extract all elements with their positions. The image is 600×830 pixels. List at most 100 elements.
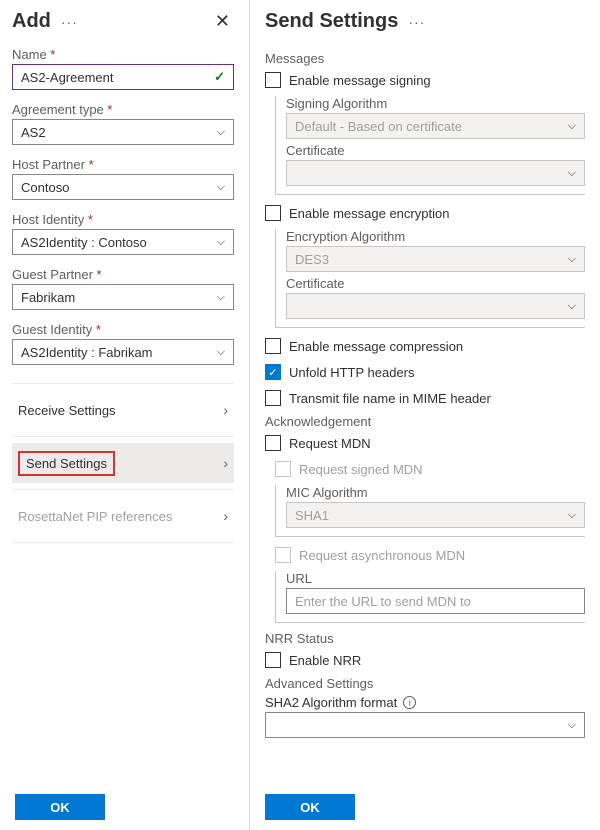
chevron-down-icon: ⌵ [568,253,576,266]
checkbox-text: Enable message signing [289,73,431,88]
add-panel-header: Add ··· ✕ [12,10,234,33]
sha2-select[interactable]: ⌵ [265,712,585,738]
name-input[interactable]: AS2-Agreement ✓ [12,64,234,90]
checkbox-icon [275,547,291,563]
name-field-group: Name * AS2-Agreement ✓ [12,47,234,90]
signing-alg-select: Default - Based on certificate ⌵ [286,113,585,139]
checkbox-icon[interactable] [265,72,281,88]
checkbox-text: Enable message compression [289,339,463,354]
host-identity-group: Host Identity * AS2Identity : Contoso ⌵ [12,212,234,255]
guest-partner-value: Fabrikam [21,290,75,305]
guest-partner-label: Guest Partner * [12,267,234,282]
checkbox-text: Request asynchronous MDN [299,548,465,563]
guest-identity-group: Guest Identity * AS2Identity : Fabrikam … [12,322,234,365]
enable-compression-row[interactable]: Enable message compression [265,336,585,356]
checkbox-text: Unfold HTTP headers [289,365,415,380]
divider [12,542,234,543]
chevron-down-icon: ⌵ [217,181,225,194]
checkbox-text: Request MDN [289,436,371,451]
checkbox-icon-checked[interactable]: ✓ [265,364,281,380]
certificate-select: ⌵ [286,160,585,186]
name-label: Name * [12,47,234,62]
enable-signing-row[interactable]: Enable message signing [265,70,585,90]
valid-check-icon: ✓ [214,69,225,85]
certificate-label: Certificate [286,143,585,158]
signing-sub-block: Signing Algorithm Default - Based on cer… [275,96,585,195]
nav-label: Send Settings [18,451,115,476]
checkbox-icon[interactable] [265,390,281,406]
url-sub-block: URL Enter the URL to send MDN to [275,571,585,623]
send-settings-title: Send Settings [265,10,398,33]
agreement-type-value: AS2 [21,125,46,140]
checkbox-text: Enable NRR [289,653,361,668]
more-icon[interactable]: ··· [408,14,425,30]
nav-send-settings[interactable]: Send Settings › [12,443,234,483]
url-input[interactable]: Enter the URL to send MDN to [286,588,585,614]
messages-section-label: Messages [265,51,585,66]
info-icon[interactable]: i [403,696,416,709]
chevron-down-icon: ⌵ [217,291,225,304]
sha2-label: SHA2 Algorithm format [265,695,397,710]
guest-partner-select[interactable]: Fabrikam ⌵ [12,284,234,310]
chevron-down-icon: ⌵ [568,120,576,133]
sha2-label-row: SHA2 Algorithm format i [265,695,585,710]
ok-button[interactable]: OK [265,794,355,820]
host-partner-select[interactable]: Contoso ⌵ [12,174,234,200]
checkbox-icon[interactable] [265,652,281,668]
divider [12,383,234,384]
host-identity-select[interactable]: AS2Identity : Contoso ⌵ [12,229,234,255]
url-placeholder: Enter the URL to send MDN to [295,594,471,609]
checkbox-text: Request signed MDN [299,462,423,477]
send-settings-panel: Send Settings ··· Messages Enable messag… [250,0,600,830]
request-async-mdn-row: Request asynchronous MDN [275,545,585,565]
checkbox-icon [275,461,291,477]
close-icon[interactable]: ✕ [211,11,234,32]
certificate-select-2: ⌵ [286,293,585,319]
host-identity-value: AS2Identity : Contoso [21,235,147,250]
chevron-right-icon: › [223,402,228,418]
name-value: AS2-Agreement [21,70,114,85]
add-panel: Add ··· ✕ Name * AS2-Agreement ✓ Agreeme… [0,0,250,830]
checkbox-icon[interactable] [265,338,281,354]
unfold-headers-row[interactable]: ✓ Unfold HTTP headers [265,362,585,382]
add-title: Add [12,10,51,33]
encryption-alg-select: DES3 ⌵ [286,246,585,272]
more-icon[interactable]: ··· [61,14,78,30]
checkbox-icon[interactable] [265,205,281,221]
guest-partner-group: Guest Partner * Fabrikam ⌵ [12,267,234,310]
host-partner-group: Host Partner * Contoso ⌵ [12,157,234,200]
chevron-down-icon: ⌵ [217,346,225,359]
ok-button[interactable]: OK [15,794,105,820]
enable-encryption-row[interactable]: Enable message encryption [265,203,585,223]
chevron-right-icon: › [223,508,228,524]
divider [12,489,234,490]
nav-receive-settings[interactable]: Receive Settings › [12,390,234,430]
send-settings-content: Messages Enable message signing Signing … [265,47,585,820]
certificate-label-2: Certificate [286,276,585,291]
nav-label: RosettaNet PIP references [18,509,172,524]
checkbox-text: Transmit file name in MIME header [289,391,491,406]
guest-identity-label: Guest Identity * [12,322,234,337]
nav-rosettanet-pip[interactable]: RosettaNet PIP references › [12,496,234,536]
chevron-down-icon: ⌵ [568,300,576,313]
enable-nrr-row[interactable]: Enable NRR [265,650,585,670]
mic-alg-label: MIC Algorithm [286,485,585,500]
host-partner-label: Host Partner * [12,157,234,172]
advanced-section-label: Advanced Settings [265,676,585,691]
chevron-right-icon: › [223,455,228,471]
mic-alg-value: SHA1 [295,508,329,523]
signing-alg-label: Signing Algorithm [286,96,585,111]
request-mdn-row[interactable]: Request MDN [265,433,585,453]
ack-section-label: Acknowledgement [265,414,585,429]
divider [12,436,234,437]
guest-identity-select[interactable]: AS2Identity : Fabrikam ⌵ [12,339,234,365]
agreement-type-select[interactable]: AS2 ⌵ [12,119,234,145]
encryption-sub-block: Encryption Algorithm DES3 ⌵ Certificate … [275,229,585,328]
checkbox-icon[interactable] [265,435,281,451]
encryption-alg-value: DES3 [295,252,329,267]
transmit-filename-row[interactable]: Transmit file name in MIME header [265,388,585,408]
chevron-down-icon: ⌵ [568,167,576,180]
url-label: URL [286,571,585,586]
chevron-down-icon: ⌵ [217,126,225,139]
host-partner-value: Contoso [21,180,69,195]
